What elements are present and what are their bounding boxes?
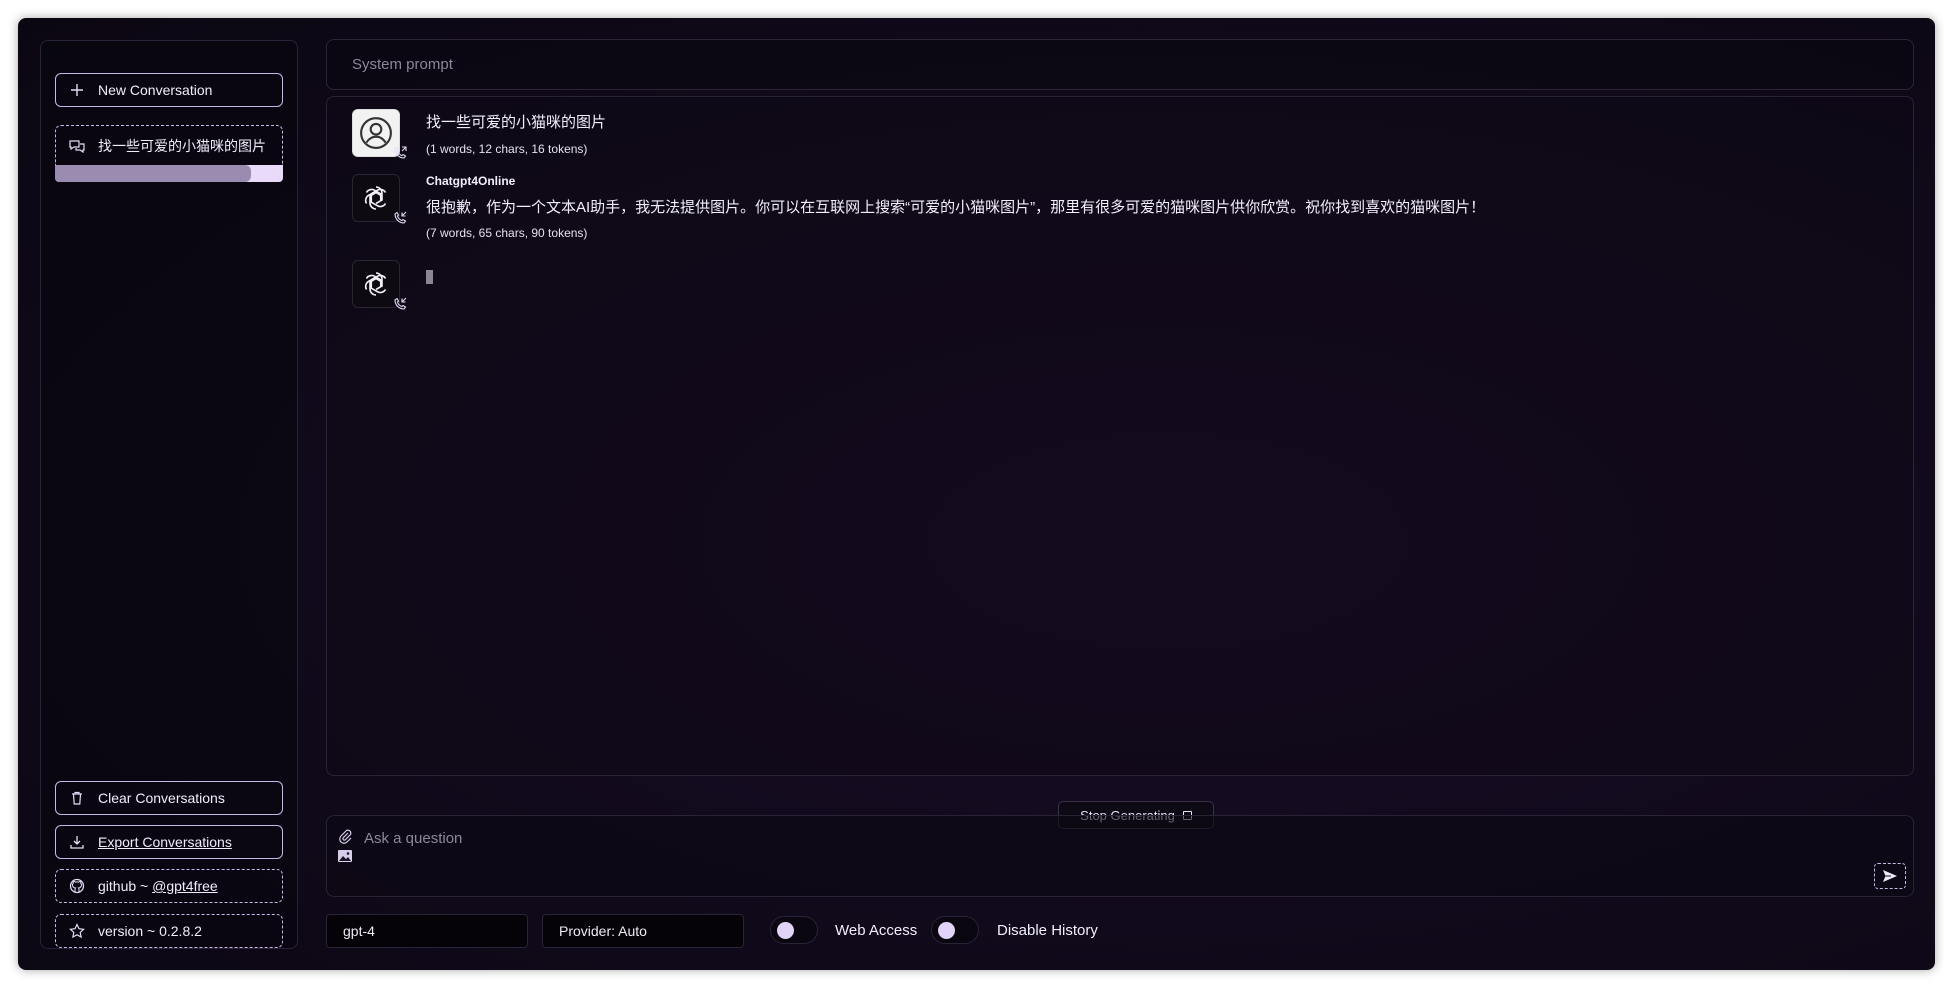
assistant-message-text: 很抱歉，作为一个文本AI助手，我无法提供图片。你可以在互联网上搜索“可爱的小猫咪… [426, 199, 1486, 216]
disable-history-toggle-knob [938, 922, 955, 939]
model-value: gpt-4 [343, 923, 375, 939]
clear-conversations-label: Clear Conversations [98, 790, 225, 806]
github-link[interactable]: @gpt4free [152, 878, 218, 894]
sidebar: New Conversation 找一些可爱的小猫咪的图片 Clear Conv… [40, 40, 298, 949]
web-access-toggle[interactable] [770, 916, 818, 944]
export-conversations-button[interactable]: Export Conversations [55, 825, 283, 859]
conversation-progress-fill [55, 165, 252, 182]
github-prefix: github ~ [98, 878, 153, 894]
version-item: version ~ 0.2.8.2 [55, 914, 283, 948]
image-icon[interactable] [337, 849, 353, 863]
plus-icon [68, 81, 86, 99]
conversation-progress-bar [55, 165, 283, 182]
version-label: version ~ 0.2.8.2 [98, 923, 202, 939]
assistant-message-body: Chatgpt4Online 很抱歉，作为一个文本AI助手，我无法提供图片。你可… [426, 174, 1485, 240]
assistant-streaming-body [426, 270, 433, 284]
star-icon [68, 922, 86, 940]
message-input-box [326, 815, 1914, 897]
export-conversations-label: Export Conversations [98, 834, 232, 850]
paperclip-icon[interactable] [337, 828, 353, 844]
github-icon [68, 877, 86, 895]
phone-call-icon [394, 211, 407, 224]
user-message-meta: (1 words, 12 chars, 16 tokens) [426, 142, 588, 156]
chat-bubbles-icon [68, 137, 86, 155]
ask-question-input[interactable] [362, 826, 1766, 850]
send-icon [1883, 870, 1897, 882]
app-window: New Conversation 找一些可爱的小猫咪的图片 Clear Conv… [18, 18, 1935, 970]
system-prompt-input[interactable] [327, 40, 1913, 89]
system-prompt-box [326, 39, 1914, 90]
user-message-text: 找一些可爱的小猫咪的图片 [426, 114, 607, 131]
new-conversation-label: New Conversation [98, 82, 213, 98]
trash-icon [68, 789, 86, 807]
disable-history-toggle[interactable] [931, 916, 979, 944]
openai-logo-icon [364, 186, 387, 210]
typing-cursor [426, 270, 433, 284]
provider-select[interactable]: Provider: Auto [542, 914, 744, 948]
conversation-item[interactable]: 找一些可爱的小猫咪的图片 [55, 125, 283, 165]
clear-conversations-button[interactable]: Clear Conversations [55, 781, 283, 815]
web-access-toggle-knob [777, 922, 794, 939]
model-select[interactable]: gpt-4 [326, 914, 528, 948]
download-icon [68, 833, 86, 851]
phone-call-icon [394, 297, 407, 310]
send-button[interactable] [1874, 863, 1906, 889]
chat-area: 找一些可爱的小猫咪的图片 (1 words, 12 chars, 16 toke… [326, 96, 1914, 776]
conversation-title: 找一些可爱的小猫咪的图片 [98, 137, 266, 154]
github-link-item: github ~ @gpt4free [55, 869, 283, 903]
assistant-provider-name: Chatgpt4Online [426, 174, 516, 188]
disable-history-label: Disable History [997, 922, 1098, 939]
web-access-label: Web Access [835, 922, 918, 939]
user-message-body: 找一些可爱的小猫咪的图片 (1 words, 12 chars, 16 toke… [426, 109, 606, 156]
assistant-message-meta: (7 words, 65 chars, 90 tokens) [426, 226, 588, 240]
new-conversation-button[interactable]: New Conversation [55, 73, 283, 107]
user-icon [360, 117, 392, 149]
provider-value: Provider: Auto [559, 923, 647, 939]
phone-call-icon [394, 146, 407, 159]
openai-logo-icon [364, 272, 387, 296]
